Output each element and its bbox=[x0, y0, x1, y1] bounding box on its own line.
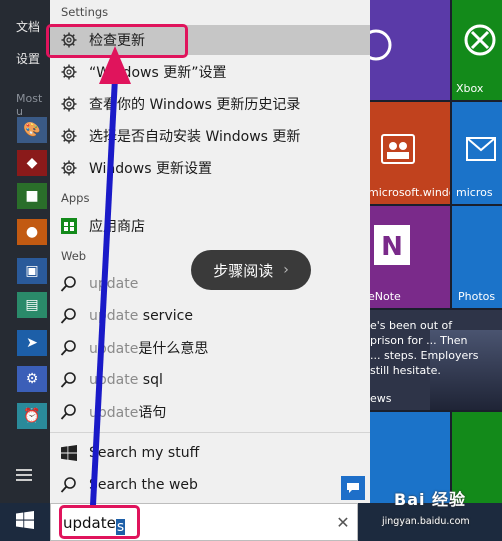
arrow-shaft bbox=[90, 78, 118, 505]
watermark-url: jingyan.baidu.com bbox=[382, 516, 470, 527]
arrow-head bbox=[99, 46, 131, 84]
baidu-watermark: Bai 经验 jingyan.baidu.com bbox=[380, 486, 500, 530]
annotation-arrow bbox=[90, 46, 131, 505]
watermark-title: Bai 经验 bbox=[394, 490, 467, 509]
